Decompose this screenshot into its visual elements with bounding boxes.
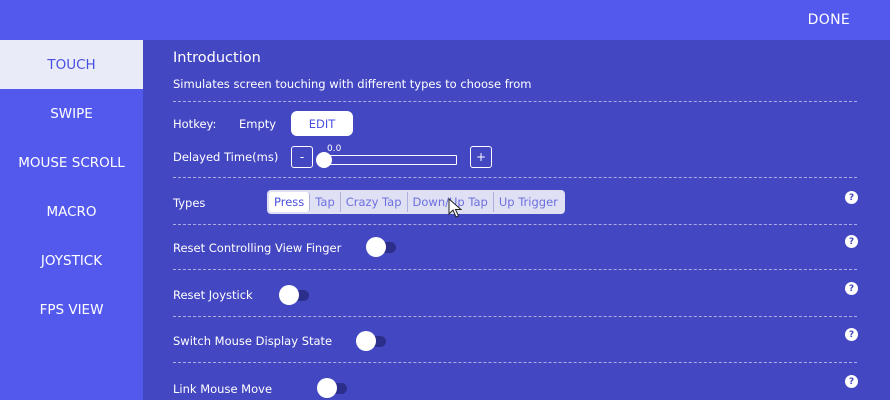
- setting-label: Reset Controlling View Finger: [173, 241, 342, 255]
- divider: [173, 177, 857, 178]
- help-icon[interactable]: ?: [845, 282, 858, 295]
- edit-hotkey-button[interactable]: EDIT: [291, 111, 353, 136]
- divider: [173, 269, 857, 270]
- hotkey-value: Empty: [239, 117, 277, 131]
- type-option-tap[interactable]: Tap: [310, 192, 341, 212]
- type-option-press[interactable]: Press: [269, 192, 311, 212]
- toggle-knob: [366, 237, 386, 257]
- increase-delay-button[interactable]: +: [470, 146, 492, 168]
- toggle-knob: [356, 331, 376, 351]
- switch-mouse-display-toggle[interactable]: [356, 330, 390, 352]
- reset-joystick-toggle[interactable]: [279, 284, 313, 306]
- sidebar-item-joystick[interactable]: JOYSTICK: [0, 236, 143, 285]
- top-bar: DONE: [0, 0, 890, 40]
- settings-panel: Introduction Simulates screen touching w…: [143, 40, 890, 400]
- sidebar-item-fps-view[interactable]: FPS VIEW: [0, 285, 143, 334]
- divider: [173, 362, 857, 363]
- types-label: Types: [173, 196, 206, 210]
- sidebar-item-macro[interactable]: MACRO: [0, 187, 143, 236]
- delay-label: Delayed Time(ms): [173, 150, 279, 164]
- toggle-knob: [279, 285, 299, 305]
- help-icon[interactable]: ?: [845, 328, 858, 341]
- toggle-knob: [317, 378, 337, 398]
- divider: [173, 316, 857, 317]
- section-title: Introduction: [173, 50, 261, 66]
- type-option-up-trigger[interactable]: Up Trigger: [494, 192, 563, 212]
- setting-label: Link Mouse Move: [173, 382, 273, 396]
- reset-view-finger-toggle[interactable]: [366, 236, 400, 258]
- mouse-pointer-icon: [448, 198, 462, 218]
- decrease-delay-button[interactable]: -: [291, 146, 313, 168]
- help-icon[interactable]: ?: [845, 235, 858, 248]
- sidebar-item-mouse-scroll[interactable]: MOUSE SCROLL: [0, 138, 143, 187]
- divider: [173, 224, 857, 225]
- done-button[interactable]: DONE: [808, 12, 850, 28]
- delay-slider-track[interactable]: [321, 155, 457, 165]
- hotkey-label: Hotkey:: [173, 117, 217, 131]
- sidebar-item-touch[interactable]: TOUCH: [0, 40, 143, 89]
- help-icon[interactable]: ?: [845, 375, 858, 388]
- divider: [173, 101, 857, 102]
- delay-slider-thumb[interactable]: [316, 152, 332, 168]
- help-icon[interactable]: ?: [845, 191, 858, 204]
- sidebar-item-swipe[interactable]: SWIPE: [0, 89, 143, 138]
- link-mouse-move-toggle[interactable]: [317, 377, 351, 399]
- section-description: Simulates screen touching with different…: [173, 77, 532, 91]
- types-segmented-control: Press Tap Crazy Tap Down/Up Tap Up Trigg…: [267, 190, 565, 214]
- sidebar: TOUCH SWIPE MOUSE SCROLL MACRO JOYSTICK …: [0, 40, 143, 400]
- setting-label: Reset Joystick: [173, 288, 253, 302]
- delay-value: 0.0: [327, 144, 342, 154]
- setting-label: Switch Mouse Display State: [173, 334, 333, 348]
- type-option-crazy-tap[interactable]: Crazy Tap: [341, 192, 408, 212]
